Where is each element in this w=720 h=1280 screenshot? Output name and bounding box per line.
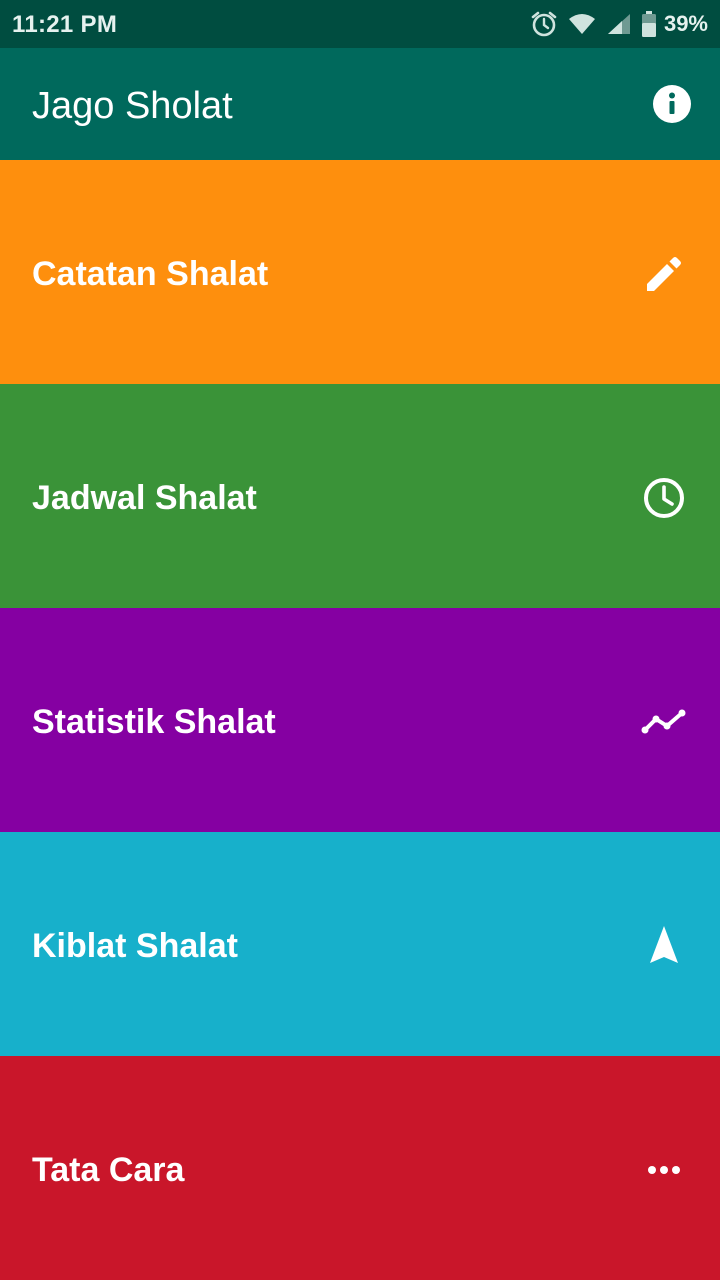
more-horizontal-icon — [640, 1146, 688, 1194]
alarm-icon — [530, 10, 558, 38]
app-bar: Jago Sholat — [0, 48, 720, 160]
info-icon — [653, 85, 691, 123]
battery-percentage: 39% — [663, 11, 708, 36]
navigation-arrow-icon — [640, 922, 688, 970]
menu-label: Kiblat Shalat — [32, 927, 238, 965]
menu-label: Tata Cara — [32, 1151, 185, 1189]
clock-icon — [640, 474, 688, 522]
status-bar: 11:21 PM 39% — [0, 0, 720, 48]
trending-icon — [640, 698, 688, 746]
menu-card-tata-cara[interactable]: Tata Cara — [0, 1056, 720, 1280]
status-time: 11:21 PM — [12, 11, 118, 38]
menu-list: Catatan Shalat Jadwal Shalat Statistik S… — [0, 160, 720, 1280]
menu-card-catatan-shalat[interactable]: Catatan Shalat — [0, 160, 720, 384]
menu-card-jadwal-shalat[interactable]: Jadwal Shalat — [0, 384, 720, 608]
menu-label: Jadwal Shalat — [32, 479, 257, 517]
battery-icon — [641, 11, 656, 37]
screen: 11:21 PM 39% Jago Sholat Catatan Shalat … — [0, 0, 720, 1280]
menu-card-statistik-shalat[interactable]: Statistik Shalat — [0, 608, 720, 832]
wifi-icon — [568, 12, 596, 36]
pencil-icon — [640, 250, 688, 298]
app-title: Jago Sholat — [32, 85, 233, 127]
status-icons: 39% — [530, 8, 708, 40]
menu-card-kiblat-shalat[interactable]: Kiblat Shalat — [0, 832, 720, 1056]
info-button[interactable] — [652, 84, 692, 124]
signal-icon — [606, 12, 632, 36]
menu-label: Statistik Shalat — [32, 703, 276, 741]
menu-label: Catatan Shalat — [32, 255, 269, 293]
